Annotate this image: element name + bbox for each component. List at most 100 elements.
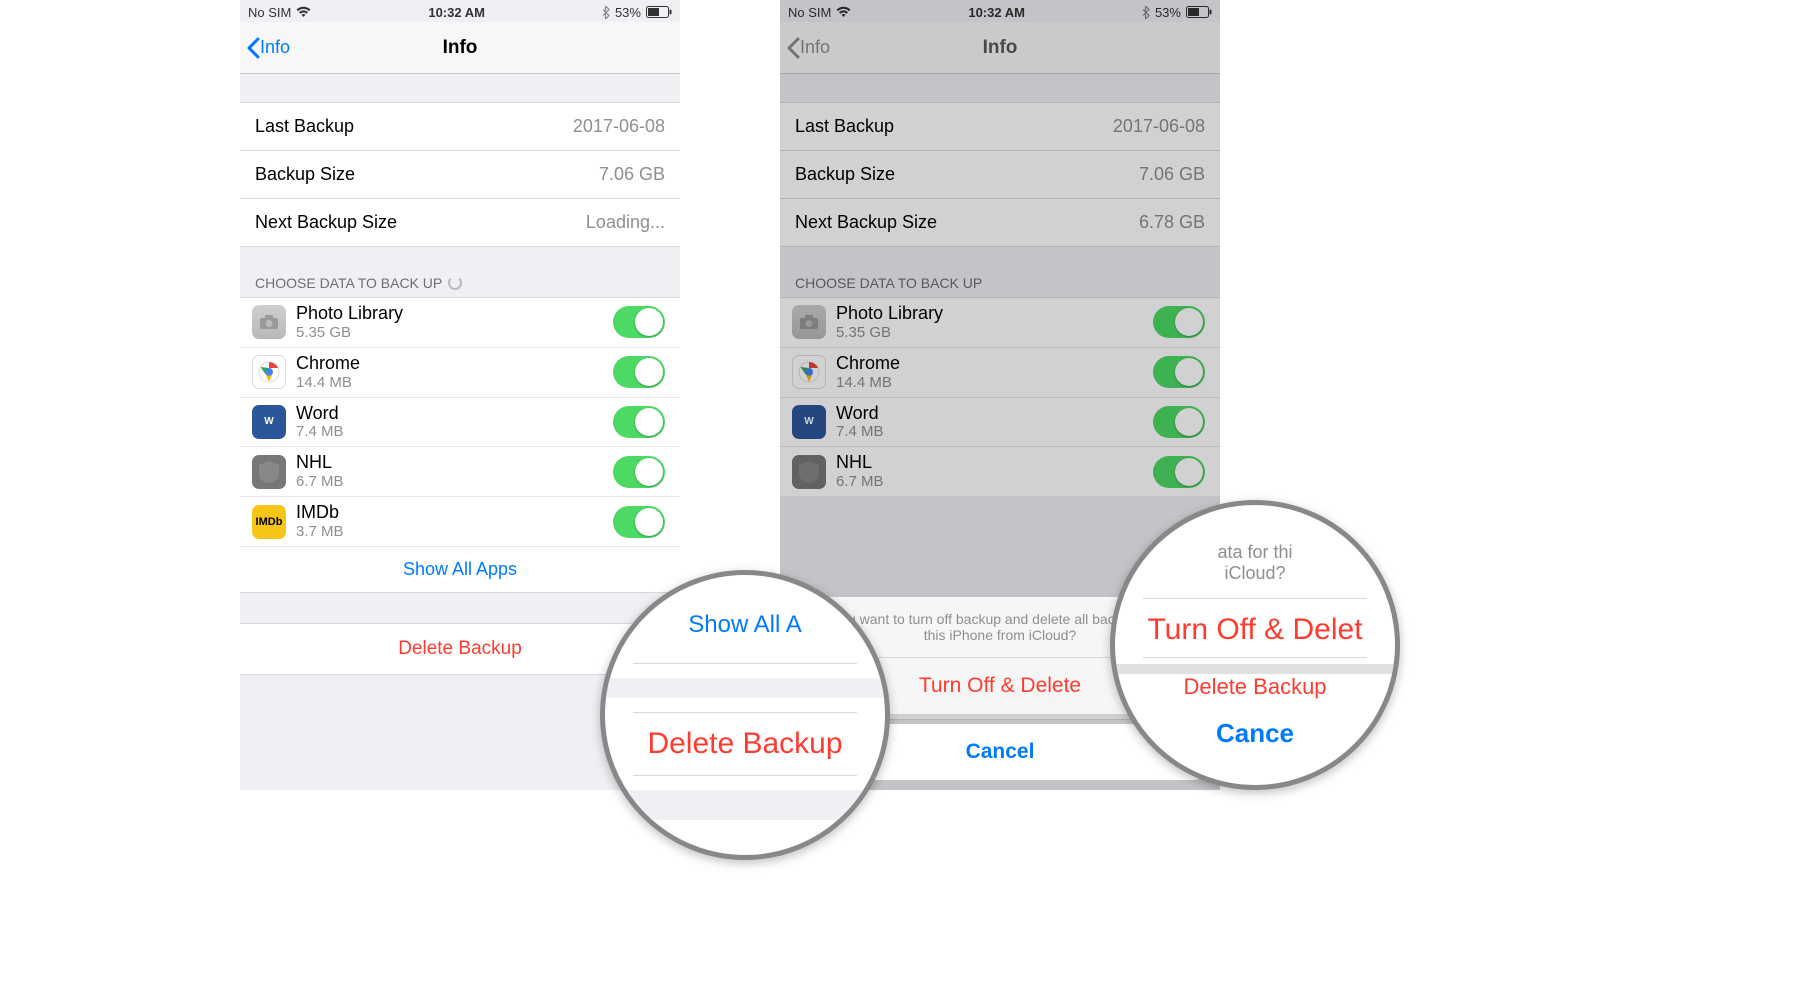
row-value: 2017-06-08 <box>573 116 665 137</box>
app-list: Photo Library 5.35 GB Chrome 14.4 MB W W… <box>780 297 1220 496</box>
app-size: 14.4 MB <box>296 374 603 391</box>
app-list: Photo Library 5.35 GB Chrome 14.4 MB W W… <box>240 297 680 593</box>
row-value: 2017-06-08 <box>1113 116 1205 137</box>
magnifier-top-frag: Show All A <box>688 611 801 639</box>
app-row-photo-library: Photo Library 5.35 GB <box>240 297 680 347</box>
toggle-switch[interactable] <box>613 356 665 388</box>
toggle-switch[interactable] <box>613 456 665 488</box>
backup-size-row: Backup Size 7.06 GB <box>780 150 1220 198</box>
magnifier-left: Show All A Delete Backup <box>600 570 890 860</box>
app-size: 7.4 MB <box>836 423 1143 440</box>
row-label: Backup Size <box>795 164 895 185</box>
magnifier-main-text: Turn Off & Delet <box>1147 613 1362 647</box>
backup-info-section: Last Backup 2017-06-08 Backup Size 7.06 … <box>240 102 680 247</box>
row-label: Last Backup <box>795 116 894 137</box>
toggle-switch <box>1153 406 1205 438</box>
toggle-switch <box>1153 456 1205 488</box>
toggle-switch[interactable] <box>613 406 665 438</box>
row-label: Last Backup <box>255 116 354 137</box>
app-name: Word <box>836 404 1143 424</box>
app-name: Chrome <box>296 354 603 374</box>
row-label: Next Backup Size <box>795 212 937 233</box>
app-row-word: W Word 7.4 MB <box>780 397 1220 447</box>
imdb-icon: IMDb <box>252 505 286 539</box>
carrier-text: No SIM <box>248 5 291 20</box>
bluetooth-icon <box>602 6 610 19</box>
app-size: 7.4 MB <box>296 423 603 440</box>
section-header: CHOOSE DATA TO BACK UP <box>240 267 680 297</box>
magnifier-main-text: Delete Backup <box>647 727 842 761</box>
app-row-chrome: Chrome 14.4 MB <box>240 347 680 397</box>
magnifier-right: ata for thi iCloud? Turn Off & Delet Del… <box>1110 500 1400 790</box>
bluetooth-icon <box>1142 6 1150 19</box>
status-bar: No SIM 10:32 AM 53% <box>240 0 680 22</box>
backup-info-section: Last Backup 2017-06-08 Backup Size 7.06 … <box>780 102 1220 247</box>
word-icon: W <box>252 405 286 439</box>
row-value: 7.06 GB <box>599 164 665 185</box>
toggle-switch <box>1153 306 1205 338</box>
section-header-text: CHOOSE DATA TO BACK UP <box>255 275 442 291</box>
nav-title: Info <box>780 37 1220 59</box>
toggle-switch <box>1153 356 1205 388</box>
photos-icon <box>252 305 286 339</box>
status-time: 10:32 AM <box>428 5 485 20</box>
magnifier-strike-text: Delete Backup <box>1183 674 1326 700</box>
last-backup-row: Last Backup 2017-06-08 <box>240 102 680 150</box>
app-size: 5.35 GB <box>296 324 603 341</box>
app-name: NHL <box>836 453 1143 473</box>
chrome-icon <box>252 355 286 389</box>
toggle-switch[interactable] <box>613 506 665 538</box>
wifi-icon <box>836 6 851 18</box>
show-all-apps-button[interactable]: Show All Apps <box>240 546 680 593</box>
status-time: 10:32 AM <box>968 5 1025 20</box>
app-name: Word <box>296 404 603 424</box>
section-header-text: CHOOSE DATA TO BACK UP <box>795 275 982 291</box>
section-header: CHOOSE DATA TO BACK UP <box>780 267 1220 297</box>
battery-pct: 53% <box>1155 5 1181 20</box>
app-size: 3.7 MB <box>296 523 603 540</box>
nav-title: Info <box>240 37 680 59</box>
nav-bar: Info Info <box>780 22 1220 74</box>
photos-icon <box>792 305 826 339</box>
row-label: Backup Size <box>255 164 355 185</box>
nav-bar: Info Info <box>240 22 680 74</box>
wifi-icon <box>296 6 311 18</box>
next-backup-size-row: Next Backup Size 6.78 GB <box>780 198 1220 247</box>
row-label: Next Backup Size <box>255 212 397 233</box>
spinner-icon <box>448 276 462 290</box>
toggle-switch[interactable] <box>613 306 665 338</box>
app-name: NHL <box>296 453 603 473</box>
carrier-text: No SIM <box>788 5 831 20</box>
mag-frag: ata for thi <box>1217 542 1292 562</box>
app-row-imdb: IMDb IMDb 3.7 MB <box>240 496 680 546</box>
app-row-word: W Word 7.4 MB <box>240 397 680 447</box>
app-row-chrome: Chrome 14.4 MB <box>780 347 1220 397</box>
battery-icon <box>1186 6 1212 18</box>
backup-size-row: Backup Size 7.06 GB <box>240 150 680 198</box>
app-name: Photo Library <box>296 304 603 324</box>
next-backup-size-row: Next Backup Size Loading... <box>240 198 680 247</box>
row-value: Loading... <box>586 212 665 233</box>
row-value: 6.78 GB <box>1139 212 1205 233</box>
nhl-icon <box>792 455 826 489</box>
last-backup-row: Last Backup 2017-06-08 <box>780 102 1220 150</box>
app-size: 6.7 MB <box>296 473 603 490</box>
word-icon: W <box>792 405 826 439</box>
app-name: IMDb <box>296 503 603 523</box>
app-row-photo-library: Photo Library 5.35 GB <box>780 297 1220 347</box>
app-row-nhl: NHL 6.7 MB <box>780 446 1220 496</box>
app-size: 6.7 MB <box>836 473 1143 490</box>
magnifier-cancel-text: Cance <box>1216 718 1294 749</box>
app-size: 14.4 MB <box>836 374 1143 391</box>
status-bar: No SIM 10:32 AM 53% <box>780 0 1220 22</box>
mag-frag: iCloud? <box>1224 563 1285 583</box>
app-row-nhl: NHL 6.7 MB <box>240 446 680 496</box>
battery-pct: 53% <box>615 5 641 20</box>
nhl-icon <box>252 455 286 489</box>
app-name: Photo Library <box>836 304 1143 324</box>
chrome-icon <box>792 355 826 389</box>
row-value: 7.06 GB <box>1139 164 1205 185</box>
app-size: 5.35 GB <box>836 324 1143 341</box>
app-name: Chrome <box>836 354 1143 374</box>
battery-icon <box>646 6 672 18</box>
